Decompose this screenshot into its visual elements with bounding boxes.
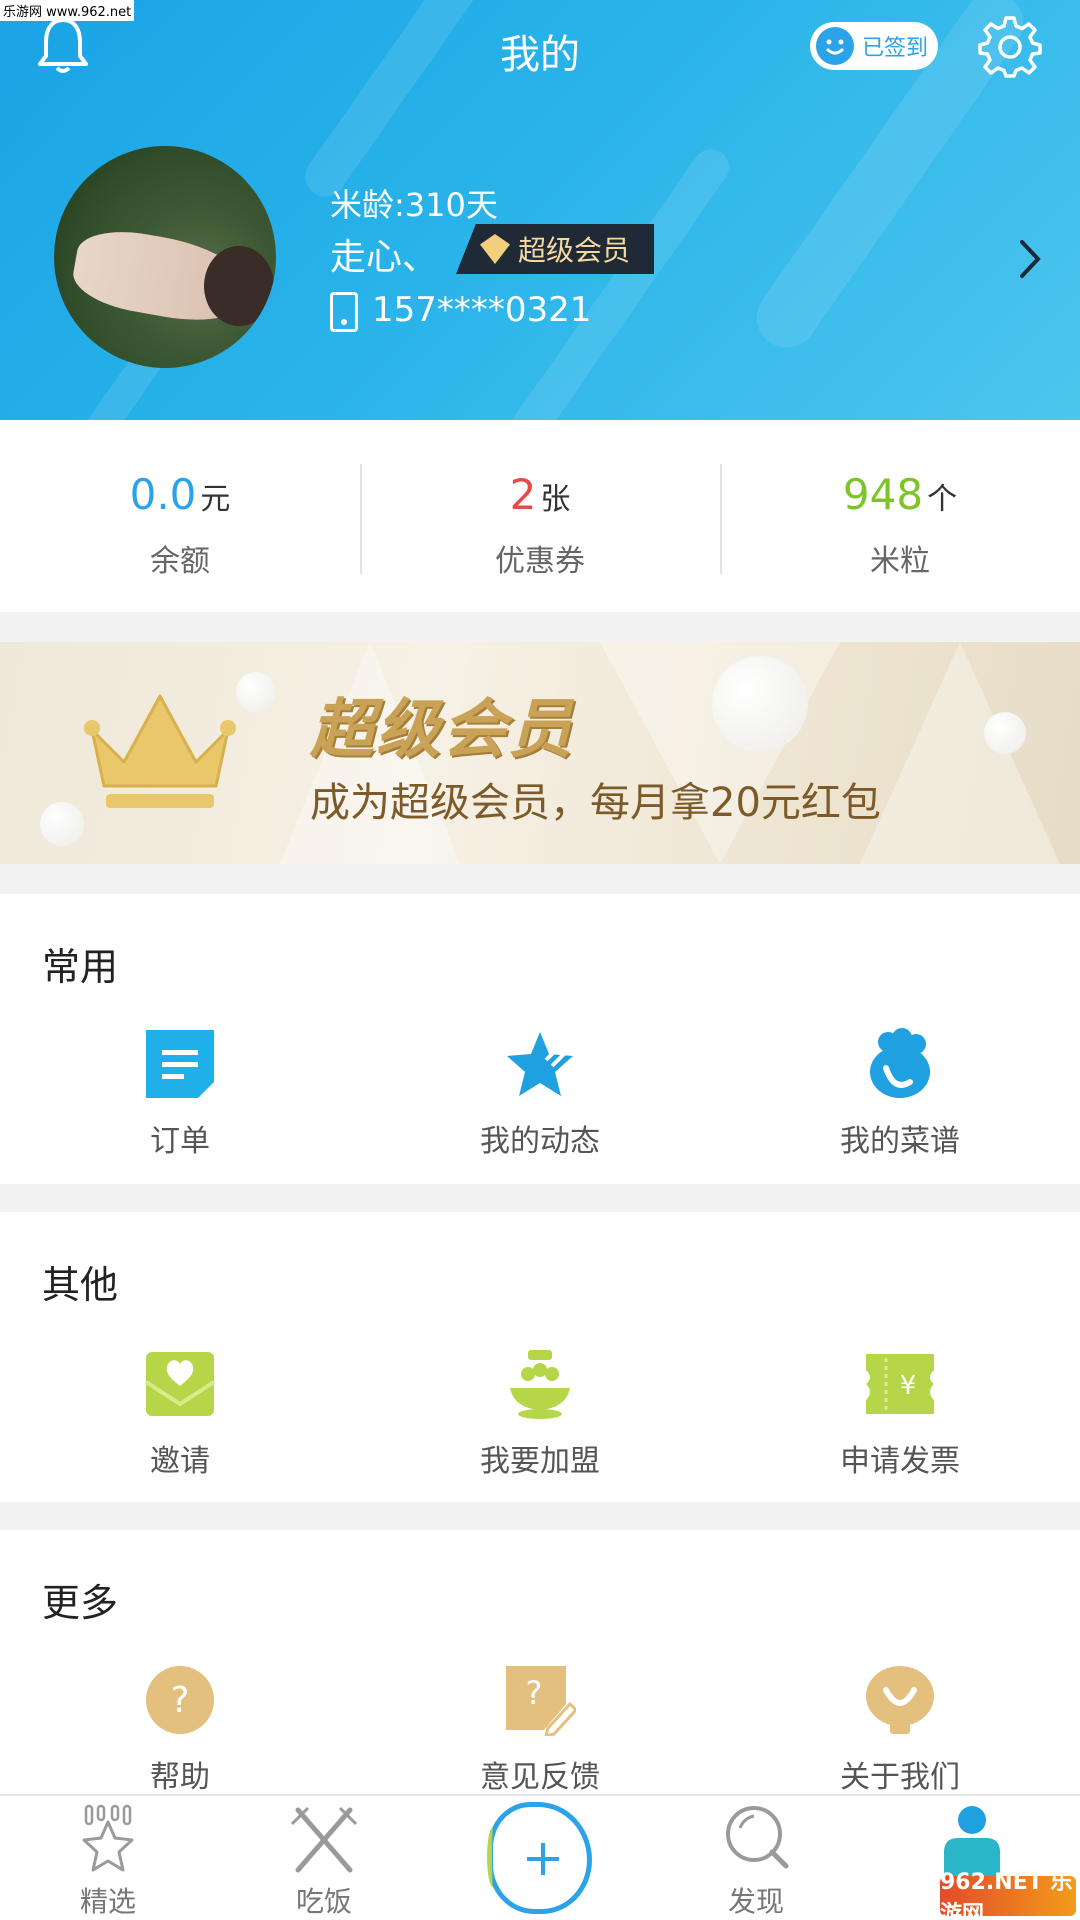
svg-text:¥: ¥ (900, 1371, 917, 1401)
sign-in-button[interactable]: 已签到 (810, 22, 938, 70)
item-label: 我的菜谱 (840, 1124, 960, 1159)
section-other: 其他 邀请 我要加盟 ¥ 申请发票 (0, 1212, 1080, 1502)
stat-value: 948 (842, 470, 924, 519)
avatar[interactable] (54, 146, 276, 368)
dining-icon (290, 1806, 358, 1873)
item-label: 帮助 (150, 1760, 210, 1795)
vip-badge[interactable]: 超级会员 (456, 224, 654, 274)
stat-label: 米粒 (870, 544, 930, 579)
featured-icon (82, 1804, 134, 1872)
my-recipes-item[interactable]: 我的菜谱 (720, 1028, 1080, 1168)
nav-label: 吃饭 (295, 1885, 352, 1918)
section-title: 常用 (42, 945, 119, 989)
invite-icon (144, 1352, 216, 1416)
section-title: 其他 (42, 1263, 119, 1307)
invite-item[interactable]: 邀请 (0, 1348, 360, 1488)
section-more: 更多 ? 帮助 ? 意见反馈 关于我们 (0, 1530, 1080, 1795)
diamond-icon (480, 234, 510, 264)
about-icon (866, 1666, 934, 1734)
join-icon (510, 1350, 570, 1419)
stat-label: 余额 (150, 544, 210, 579)
section-title: 更多 (42, 1581, 119, 1625)
nav-label: 精选 (79, 1885, 136, 1918)
item-label: 意见反馈 (480, 1760, 600, 1795)
svg-text:?: ? (170, 1680, 189, 1721)
sign-in-label: 已签到 (862, 36, 929, 61)
stat-unit: 元 (200, 482, 231, 517)
help-item[interactable]: ? 帮助 (0, 1664, 360, 1804)
stat-value: 2 (509, 470, 537, 519)
invoice-item[interactable]: ¥ 申请发票 (720, 1348, 1080, 1488)
vip-banner[interactable]: 超级会员 成为超级会员，每月拿20元红包 (0, 642, 1080, 864)
username: 走心、 (330, 237, 439, 278)
stat-balance[interactable]: 0.0 元 余额 (0, 420, 360, 612)
item-label: 申请发票 (840, 1444, 960, 1479)
section-common: 常用 订单 我的动态 我的菜谱 (0, 894, 1080, 1184)
stat-coupons[interactable]: 2张 优惠券 (360, 420, 720, 612)
banner-title: 超级会员 (310, 693, 574, 767)
star-icon (507, 1032, 573, 1096)
feedback-item[interactable]: ? 意见反馈 (360, 1664, 720, 1804)
feedback-icon: ? (506, 1666, 576, 1736)
stat-value: 0.0 (129, 470, 197, 519)
order-icon (146, 1030, 214, 1098)
stat-unit: 个 (927, 482, 958, 517)
stats-bar: 0.0 元 余额 2张 优惠券 948 个 米粒 (0, 420, 1080, 612)
nav-label: 发现 (727, 1885, 784, 1918)
stat-points[interactable]: 948 个 米粒 (720, 420, 1080, 612)
banner-subtitle: 成为超级会员，每月拿20元红包 (310, 780, 881, 826)
discover-icon (726, 1806, 789, 1869)
vip-label: 超级会员 (518, 234, 631, 267)
nav-dining[interactable]: 吃饭 (216, 1796, 432, 1920)
nav-featured[interactable]: 精选 (0, 1796, 216, 1920)
item-label: 我要加盟 (480, 1444, 600, 1479)
profile-header: 乐游网 www.962.net 我的 已签到 米龄:310天 走心、 超级会员 … (0, 0, 1080, 420)
watermark-badge: 962.NET 乐游网 (940, 1870, 1076, 1920)
item-label: 邀请 (150, 1444, 210, 1479)
about-item[interactable]: 关于我们 (720, 1664, 1080, 1804)
stat-unit: 张 (540, 482, 571, 517)
gear-icon[interactable] (978, 14, 1042, 78)
invoice-icon: ¥ (866, 1354, 934, 1414)
chef-icon (870, 1028, 930, 1098)
member-age: 米龄:310天 (330, 186, 498, 224)
phone-icon (330, 292, 358, 332)
join-item[interactable]: 我要加盟 (360, 1348, 720, 1488)
crown-icon (84, 694, 236, 808)
chevron-right-icon[interactable] (1016, 234, 1044, 284)
my-posts-item[interactable]: 我的动态 (360, 1028, 720, 1168)
item-label: 关于我们 (840, 1760, 960, 1795)
help-icon: ? (146, 1666, 214, 1734)
nav-discover[interactable]: 发现 (648, 1796, 864, 1920)
order-item[interactable]: 订单 (0, 1028, 360, 1168)
item-label: 我的动态 (480, 1124, 600, 1159)
svg-text:?: ? (526, 1674, 543, 1712)
add-button[interactable] (487, 1802, 592, 1914)
smile-icon (816, 27, 854, 65)
item-label: 订单 (150, 1124, 210, 1159)
stat-label: 优惠券 (495, 544, 585, 579)
profile-page: 乐游网 www.962.net 我的 已签到 米龄:310天 走心、 超级会员 … (0, 0, 1080, 1920)
phone-number: 157****0321 (372, 290, 592, 330)
